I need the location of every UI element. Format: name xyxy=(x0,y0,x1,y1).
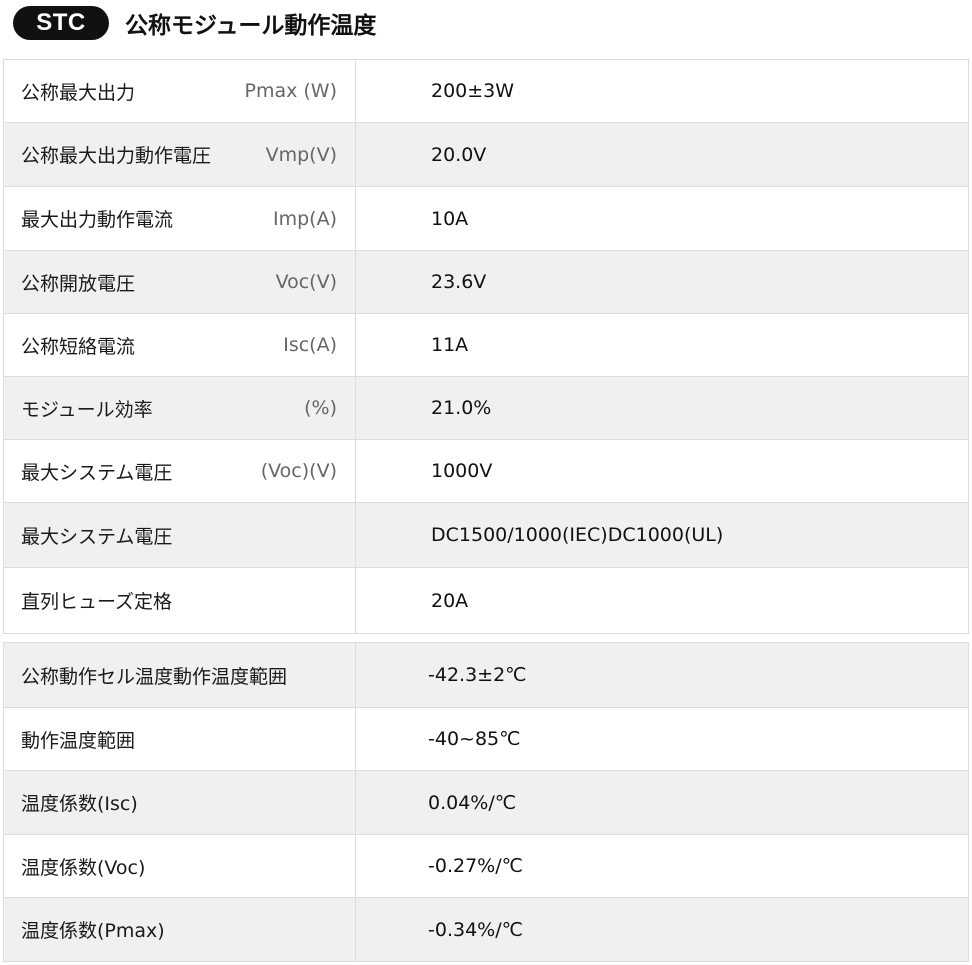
spec-name: 温度係数(Isc) xyxy=(21,793,138,815)
spec-value: 21.0% xyxy=(431,397,492,419)
spec-unit: (%) xyxy=(304,397,337,419)
spec-name: 温度係数(Voc) xyxy=(21,856,146,879)
spec-name: 最大出力動作電流 xyxy=(21,209,174,231)
spec-value: 20A xyxy=(431,589,469,612)
table-row: 公称短絡電流 Isc(A) 11A xyxy=(4,314,968,377)
row-label: 最大出力動作電流 Imp(A) xyxy=(4,187,356,250)
row-label: 公称短絡電流 Isc(A) xyxy=(4,314,356,376)
spec-unit: Isc(A) xyxy=(283,334,337,356)
spec-name: 公称動作セル温度動作温度範囲 xyxy=(21,665,288,688)
row-label: 公称最大出力 Pmax (W) xyxy=(4,60,356,122)
spec-value: -42.3±2℃ xyxy=(428,664,527,686)
row-label: 公称開放電圧 Voc(V) xyxy=(4,251,356,313)
row-label: 公称最大出力動作電圧 Vmp(V) xyxy=(4,123,356,186)
spec-value: 200±3W xyxy=(431,80,515,102)
spec-value: 1000V xyxy=(431,460,493,482)
spec-name: 温度係数(Pmax) xyxy=(21,920,165,942)
table-row: モジュール効率 (%) 21.0% xyxy=(4,377,968,440)
row-label: 公称動作セル温度動作温度範囲 xyxy=(4,643,356,707)
spec-value: -0.34%/℃ xyxy=(428,918,523,941)
spec-unit: Imp(A) xyxy=(273,207,337,230)
row-label: モジュール効率 (%) xyxy=(4,377,356,439)
table-row: 温度係数(Pmax) -0.34%/℃ xyxy=(4,898,968,962)
table-row: 動作温度範囲 -40~85℃ xyxy=(4,708,968,771)
section-header: STC 公称モジュール動作温度 xyxy=(13,6,376,40)
electrical-spec-table: 公称最大出力 Pmax (W) 200±3W 公称最大出力動作電圧 Vmp(V)… xyxy=(3,59,969,634)
table-row: 公称開放電圧 Voc(V) 23.6V xyxy=(4,251,968,314)
row-label: 温度係数(Pmax) xyxy=(4,898,356,961)
spec-name: 公称最大出力 xyxy=(21,81,136,104)
row-label: 直列ヒューズ定格 xyxy=(4,568,356,633)
table-row: 公称最大出力 Pmax (W) 200±3W xyxy=(4,60,968,123)
table-row: 最大システム電圧 (Voc)(V) 1000V xyxy=(4,440,968,503)
temperature-spec-table: 公称動作セル温度動作温度範囲 -42.3±2℃ 動作温度範囲 -40~85℃ 温… xyxy=(3,642,969,962)
spec-name: 公称短絡電流 xyxy=(21,335,136,358)
row-label: 温度係数(Isc) xyxy=(4,771,356,834)
spec-name: 最大システム電圧 xyxy=(21,525,173,548)
spec-unit: Vmp(V) xyxy=(265,143,337,166)
spec-value: 0.04%/℃ xyxy=(428,791,517,814)
spec-unit: Voc(V) xyxy=(275,271,337,293)
spec-value: -0.27%/℃ xyxy=(428,855,523,877)
stc-badge: STC xyxy=(13,6,109,40)
spec-value: 11A xyxy=(431,334,469,356)
spec-value: -40~85℃ xyxy=(428,728,521,750)
section-title: 公称モジュール動作温度 xyxy=(125,13,377,39)
row-label: 動作温度範囲 xyxy=(4,708,356,770)
spec-unit: Pmax (W) xyxy=(244,80,337,102)
spec-unit: (Voc)(V) xyxy=(260,460,337,482)
spec-value: 23.6V xyxy=(431,271,487,293)
table-row: 直列ヒューズ定格 20A xyxy=(4,568,968,634)
spec-name: 公称最大出力動作電圧 xyxy=(21,145,212,167)
spec-name: 最大システム電圧 xyxy=(21,461,173,484)
spec-value: 10A xyxy=(431,207,469,230)
spec-value: 20.0V xyxy=(431,143,487,166)
row-label: 最大システム電圧 (Voc)(V) xyxy=(4,440,356,502)
spec-value: DC1500/1000(IEC)DC1000(UL) xyxy=(431,524,724,546)
table-row: 最大出力動作電流 Imp(A) 10A xyxy=(4,187,968,251)
spec-name: 公称開放電圧 xyxy=(21,272,136,295)
spec-name: モジュール効率 xyxy=(21,398,153,421)
spec-name: 直列ヒューズ定格 xyxy=(21,591,173,613)
row-label: 温度係数(Voc) xyxy=(4,835,356,897)
table-row: 公称最大出力動作電圧 Vmp(V) 20.0V xyxy=(4,123,968,187)
table-row: 最大システム電圧 DC1500/1000(IEC)DC1000(UL) xyxy=(4,503,968,568)
spec-name: 動作温度範囲 xyxy=(21,729,136,752)
table-row: 温度係数(Isc) 0.04%/℃ xyxy=(4,771,968,835)
row-label: 最大システム電圧 xyxy=(4,503,356,567)
table-row: 公称動作セル温度動作温度範囲 -42.3±2℃ xyxy=(4,643,968,708)
table-row: 温度係数(Voc) -0.27%/℃ xyxy=(4,835,968,898)
